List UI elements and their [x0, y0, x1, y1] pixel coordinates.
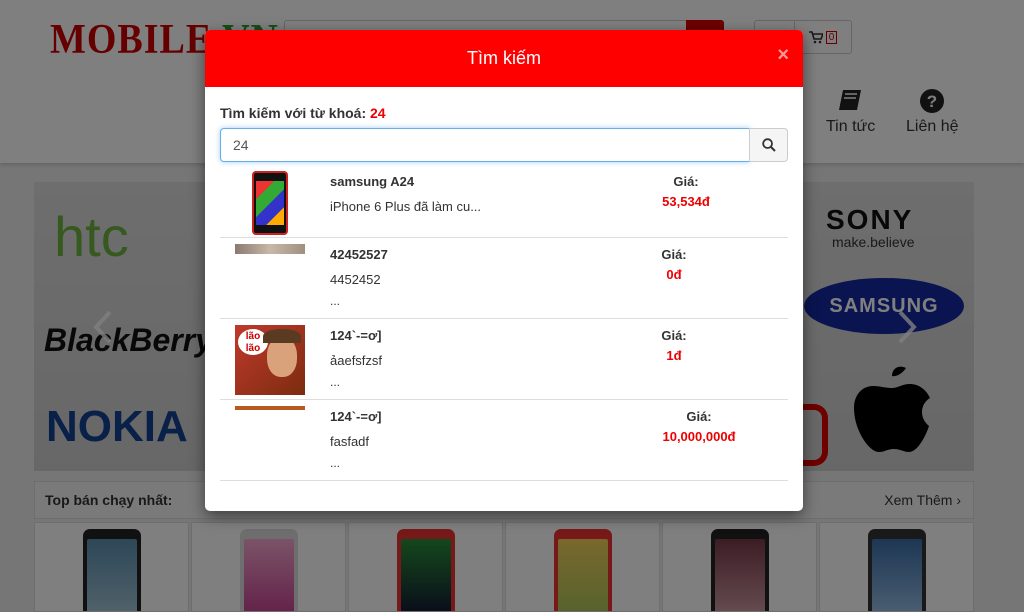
search-result-item[interactable]: 42452527 4452452 ... Giá: 0đ — [220, 238, 788, 319]
result-name: 124`-=ơ] — [330, 409, 382, 424]
result-name: 42452527 — [330, 247, 388, 262]
search-result-item[interactable]: 124`-=ơ] fasfadf ... Giá: 10,000,000đ — [220, 400, 788, 481]
search-query-label: Tìm kiếm với từ khoá: 24 — [220, 105, 386, 121]
result-ellipsis: ... — [330, 294, 341, 308]
modal-header: Tìm kiếm × — [205, 30, 803, 87]
result-description: ảaefsfzsf — [330, 353, 383, 368]
result-ellipsis: ... — [330, 456, 341, 470]
result-description: fasfadf — [330, 434, 370, 449]
search-button[interactable] — [749, 128, 788, 162]
result-price: 10,000,000đ — [662, 429, 736, 444]
result-thumbnail — [235, 171, 305, 241]
result-thumbnail — [235, 406, 305, 410]
result-price-label: Giá: — [661, 328, 687, 343]
result-price-label: Giá: — [686, 409, 712, 424]
result-description: 4452452 — [330, 272, 381, 287]
result-name: samsung A24 — [330, 174, 415, 189]
search-result-item[interactable]: samsung A24 iPhone 6 Plus đã làm cu... G… — [220, 165, 788, 238]
search-keyword: 24 — [370, 105, 386, 121]
result-ellipsis: ... — [330, 375, 341, 389]
result-price: 0đ — [666, 267, 682, 282]
modal-title: Tìm kiếm — [467, 48, 541, 68]
result-thumbnail — [235, 244, 305, 254]
search-input[interactable] — [220, 128, 750, 162]
search-results-list: samsung A24 iPhone 6 Plus đã làm cu... G… — [220, 165, 788, 481]
result-price: 1đ — [666, 348, 682, 363]
result-price: 53,534đ — [662, 194, 710, 209]
result-price-label: Giá: — [673, 174, 699, 189]
result-name: 124`-=ơ] — [330, 328, 382, 343]
close-icon[interactable]: × — [777, 44, 789, 67]
result-price-label: Giá: — [661, 247, 687, 262]
search-modal: Tìm kiếm × Tìm kiếm với từ khoá: 24 sams… — [205, 30, 803, 511]
result-thumbnail: lão lão — [235, 325, 305, 395]
result-description: iPhone 6 Plus đã làm cu... — [330, 199, 482, 214]
search-result-item[interactable]: lão lão 124`-=ơ] ảaefsfzsf ... Giá: 1đ — [220, 319, 788, 400]
search-icon — [761, 138, 776, 152]
